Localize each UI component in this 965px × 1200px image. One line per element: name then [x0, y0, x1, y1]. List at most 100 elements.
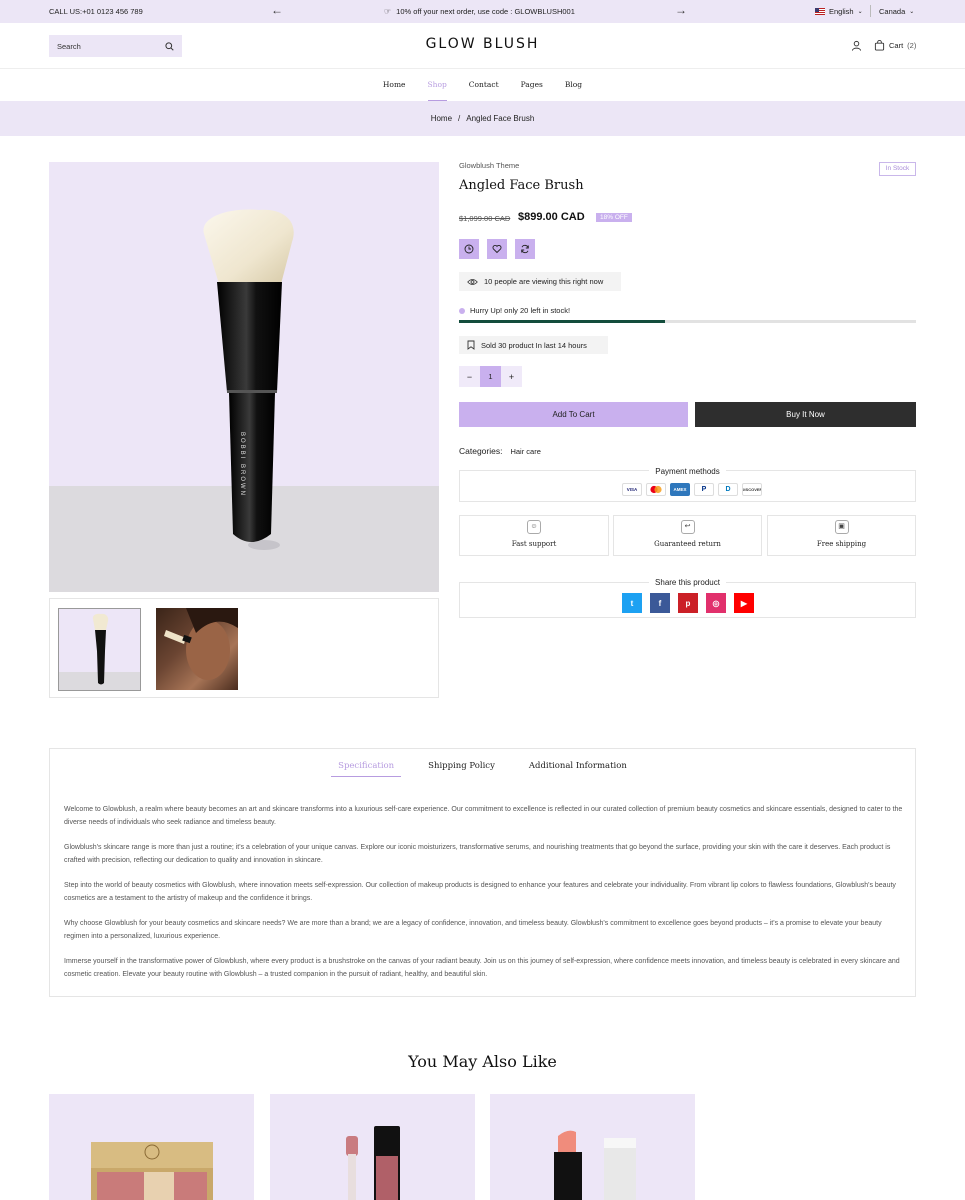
call-us-text: CALL US:+01 0123 456 789: [49, 7, 143, 16]
divider: [870, 5, 871, 17]
category-link[interactable]: Hair care: [510, 447, 540, 456]
promo-message: ☞ 10% off your next order, use code : GL…: [384, 7, 575, 16]
breadcrumb: Home / Angled Face Brush: [0, 101, 965, 136]
payment-cards: VISA AMEX P D DISCOVER: [622, 483, 762, 496]
promo-text: 10% off your next order, use code : GLOW…: [396, 7, 575, 16]
next-arrow-icon[interactable]: →: [675, 4, 687, 16]
thumbnail-brush[interactable]: [58, 608, 141, 691]
related-product-card[interactable]: [49, 1094, 254, 1200]
megaphone-icon: ☞: [384, 7, 392, 16]
feature-guaranteed-return: ↩ Guaranteed return: [613, 515, 762, 556]
product-title: Angled Face Brush: [459, 178, 584, 193]
breadcrumb-current: Angled Face Brush: [466, 114, 535, 123]
support-icon: ☺: [527, 520, 541, 534]
twitter-share-icon[interactable]: t: [622, 593, 642, 613]
youtube-share-icon[interactable]: ▶: [734, 593, 754, 613]
buy-now-button[interactable]: Buy It Now: [695, 402, 916, 427]
nav-item-blog[interactable]: Blog: [565, 80, 582, 101]
prev-arrow-icon[interactable]: ←: [271, 4, 283, 16]
chevron-down-icon: ⌄: [909, 9, 915, 15]
site-logo[interactable]: GLOW BLUSH: [0, 36, 965, 52]
add-to-cart-button[interactable]: Add To Cart: [459, 402, 688, 427]
description-paragraph: Immerse yourself in the transformative p…: [64, 958, 900, 978]
heart-icon: [492, 244, 502, 254]
eye-icon: [467, 278, 478, 285]
nav-item-home[interactable]: Home: [383, 80, 406, 101]
pinterest-share-icon[interactable]: p: [678, 593, 698, 613]
us-flag-icon: [815, 8, 825, 15]
description-paragraph: Step into the world of beauty cosmetics …: [64, 882, 896, 902]
share-label: Share this product: [649, 578, 726, 587]
nav-item-shop[interactable]: Shop: [427, 80, 447, 101]
product-main-image[interactable]: BOBBI BROWN: [49, 162, 439, 592]
diners-club-icon: D: [718, 483, 738, 496]
instagram-share-icon[interactable]: ◎: [706, 593, 726, 613]
wishlist-button[interactable]: [487, 239, 507, 259]
related-products-title: You May Also Like: [408, 1052, 557, 1071]
truck-icon: ▣: [834, 520, 849, 534]
mastercard-circles-icon: [650, 485, 662, 494]
social-buttons: t f p ◎ ▶: [622, 593, 754, 613]
compare-button[interactable]: [515, 239, 535, 259]
quick-view-button[interactable]: [459, 239, 479, 259]
visa-card-icon: VISA: [622, 483, 642, 496]
product-tabs: Specification Shipping Policy Additional…: [49, 748, 916, 997]
paypal-icon: P: [694, 483, 714, 496]
tab-content: Welcome to Glowblush, a realm where beau…: [64, 803, 904, 993]
brush-brand-text: BOBBI BROWN: [239, 432, 245, 498]
blush-compact-illustration: [91, 1142, 213, 1200]
refresh-icon: [521, 244, 529, 254]
brush-illustration: [203, 209, 294, 550]
stock-badge: In Stock: [879, 162, 916, 176]
cart-count: (2): [907, 41, 917, 50]
feature-free-shipping: ▣ Free shipping: [767, 515, 916, 556]
lip-gloss-illustration: [346, 1126, 400, 1200]
low-stock-notice: Hurry Up! only 20 left in stock!: [459, 306, 570, 315]
description-paragraph: Why choose Glowblush for your beauty cos…: [64, 920, 882, 940]
tab-additional-information[interactable]: Additional Information: [522, 759, 634, 777]
language-selector[interactable]: English ⌄: [815, 7, 863, 16]
description-paragraph: Welcome to Glowblush, a realm where beau…: [64, 806, 903, 826]
quantity-decrease-button[interactable]: −: [459, 366, 480, 387]
categories-label: Categories:: [459, 446, 503, 456]
nav-item-contact[interactable]: Contact: [469, 80, 499, 101]
feature-label: Guaranteed return: [654, 540, 721, 548]
bag-icon: [874, 40, 885, 51]
related-product-card[interactable]: [270, 1094, 475, 1200]
feature-label: Free shipping: [816, 540, 867, 548]
main-nav: Home Shop Contact Pages Blog: [0, 69, 965, 101]
related-product-card[interactable]: [490, 1094, 695, 1200]
status-dot: [459, 307, 465, 314]
tab-specification[interactable]: Specification: [331, 759, 402, 777]
facebook-share-icon[interactable]: f: [650, 593, 670, 613]
feature-label: Fast support: [511, 540, 557, 548]
discover-card-icon: DISCOVER: [742, 483, 762, 496]
cart-button[interactable]: Cart (2): [874, 40, 916, 51]
country-selector[interactable]: Canada ⌄: [879, 7, 914, 16]
amex-card-icon: AMEX: [670, 483, 690, 496]
quantity-input[interactable]: 1: [480, 366, 501, 387]
tab-header: Specification Shipping Policy Additional…: [50, 759, 915, 777]
model-illustration: [164, 608, 238, 680]
return-icon: ↩: [680, 520, 695, 534]
chevron-down-icon: ⌄: [857, 9, 863, 15]
stock-progress-fill: [459, 320, 665, 323]
product-vendor[interactable]: Glowblush Theme: [459, 161, 519, 170]
tab-shipping-policy[interactable]: Shipping Policy: [421, 759, 502, 777]
lipstick-illustration: [554, 1130, 636, 1200]
description-paragraph: Glowblush's skincare range is more than …: [64, 844, 891, 864]
thumbnail-strip: [49, 598, 439, 698]
quantity-increase-button[interactable]: +: [501, 366, 522, 387]
viewers-notice: 10 people are viewing this right now: [459, 272, 621, 291]
low-stock-text: Hurry Up! only 20 left in stock!: [470, 306, 571, 315]
nav-item-pages[interactable]: Pages: [521, 80, 543, 101]
announcement-bar: CALL US:+01 0123 456 789 ← ☞ 10% off you…: [0, 0, 965, 23]
sale-price: $899.00 CAD: [518, 211, 585, 223]
thumbnail-model[interactable]: [156, 608, 238, 690]
compare-price: $1,099.00 CAD: [459, 214, 511, 223]
breadcrumb-home[interactable]: Home: [431, 114, 452, 123]
stock-progress-bar: [459, 320, 916, 323]
user-icon[interactable]: [851, 40, 862, 51]
payment-methods: Payment methods VISA AMEX P D DISCOVER: [459, 467, 916, 502]
clock-icon: [464, 244, 474, 254]
